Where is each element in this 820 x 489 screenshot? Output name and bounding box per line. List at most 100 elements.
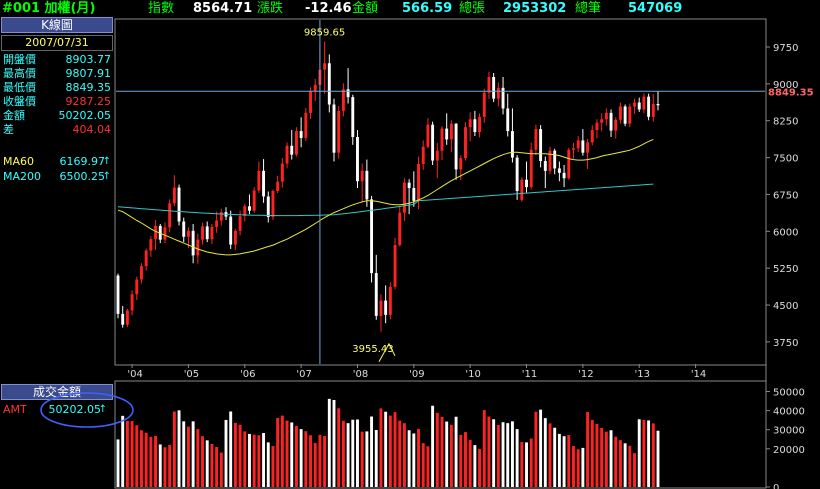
volume-bar: [262, 433, 266, 487]
candle-body: [163, 227, 167, 240]
candle-body: [567, 149, 571, 179]
candle-body: [492, 77, 496, 99]
time-tick-label: '05: [184, 369, 199, 380]
volume-bar: [600, 427, 604, 487]
time-tick-label: '10: [465, 369, 480, 380]
volume-bar: [233, 422, 237, 487]
candle-body: [144, 250, 148, 267]
volume-bar: [398, 420, 402, 487]
volume-bar: [402, 423, 406, 487]
volume-bar: [351, 419, 355, 487]
volume-bar: [271, 446, 275, 487]
volume-bar: [482, 410, 486, 487]
time-tick-label: '06: [240, 369, 255, 380]
candle-body: [421, 146, 425, 164]
candle-body: [529, 149, 533, 188]
volume-tick-label: 40000: [773, 407, 805, 418]
candle-body: [337, 110, 341, 153]
candle-body: [205, 226, 209, 240]
candle-body: [388, 286, 392, 315]
candle-body: [257, 170, 261, 191]
volume-bar: [431, 405, 435, 487]
candle-body: [154, 225, 158, 240]
volume-bar: [539, 409, 543, 487]
candle-body: [487, 77, 491, 93]
volume-bar: [327, 398, 331, 487]
candle-body: [149, 239, 153, 251]
candle-body: [633, 102, 636, 107]
volume-bar: [412, 433, 416, 487]
candle-body: [604, 112, 608, 120]
volume-bar: [548, 423, 552, 487]
candle-body: [210, 226, 214, 240]
volume-bar: [168, 444, 172, 487]
volume-bar: [510, 421, 514, 487]
volume-bar: [553, 427, 557, 487]
candle-body: [637, 102, 641, 110]
volume-bar: [290, 422, 294, 487]
volume-bar: [637, 419, 641, 487]
volume-bar: [186, 426, 190, 487]
candle-body: [299, 131, 303, 138]
candle-body: [576, 140, 580, 149]
candle-body: [618, 106, 622, 120]
candle-body: [590, 130, 594, 143]
candle-body: [309, 91, 312, 113]
volume-bar: [459, 434, 463, 487]
candle-body: [628, 106, 632, 124]
volume-bar: [581, 447, 585, 487]
candle-body: [581, 140, 585, 153]
volume-bar: [464, 432, 467, 487]
candle-body: [304, 112, 308, 138]
candle-body: [252, 190, 256, 211]
volume-bar: [534, 411, 538, 487]
volume-bar: [252, 434, 256, 487]
volume-bar: [313, 443, 317, 487]
volume-bar: [426, 446, 430, 487]
volume-bar: [379, 408, 383, 487]
price-tick-label: 7500: [773, 154, 798, 165]
candle-body: [412, 188, 416, 201]
volume-bar: [567, 435, 571, 487]
volume-bar: [130, 421, 134, 487]
candle-body: [398, 212, 402, 246]
candle-body: [196, 239, 200, 256]
candle-body: [182, 221, 186, 237]
volume-bar: [121, 415, 125, 487]
volume-bars: [116, 398, 660, 487]
volume-bar: [445, 421, 449, 487]
price-tick-label: 6000: [773, 227, 798, 238]
candle-body: [586, 142, 590, 153]
candle-body: [374, 273, 378, 316]
volume-bar: [365, 431, 369, 487]
volume-bar: [135, 425, 139, 487]
candle-body: [140, 266, 143, 280]
candle-body: [201, 226, 204, 240]
volume-bar: [229, 411, 233, 487]
price-tick-label: 8250: [773, 117, 798, 128]
volume-bar: [557, 433, 561, 487]
time-tick-label: '13: [634, 369, 649, 380]
kline-chart[interactable]: 375045005250600067507500825090009750 020…: [0, 0, 820, 489]
candle-body: [379, 300, 383, 316]
volume-bar: [576, 449, 580, 487]
volume-bar: [633, 453, 636, 487]
candle-body: [553, 150, 557, 169]
volume-bar: [154, 435, 158, 487]
volume-bar: [572, 446, 575, 487]
volume-bar: [642, 419, 646, 487]
volume-bar: [341, 420, 345, 487]
volume-bar: [224, 419, 228, 487]
volume-bar: [370, 416, 374, 487]
volume-bar: [205, 440, 209, 487]
volume-bar: [215, 446, 219, 487]
volume-bar: [384, 411, 388, 487]
volume-bar: [285, 420, 289, 487]
volume-bar: [248, 433, 251, 487]
candle-body: [313, 84, 317, 92]
volume-bar: [604, 431, 608, 487]
volume-bar: [478, 449, 482, 487]
volume-bar: [356, 419, 359, 487]
volume-bar: [219, 452, 223, 487]
candle-body: [468, 119, 472, 128]
